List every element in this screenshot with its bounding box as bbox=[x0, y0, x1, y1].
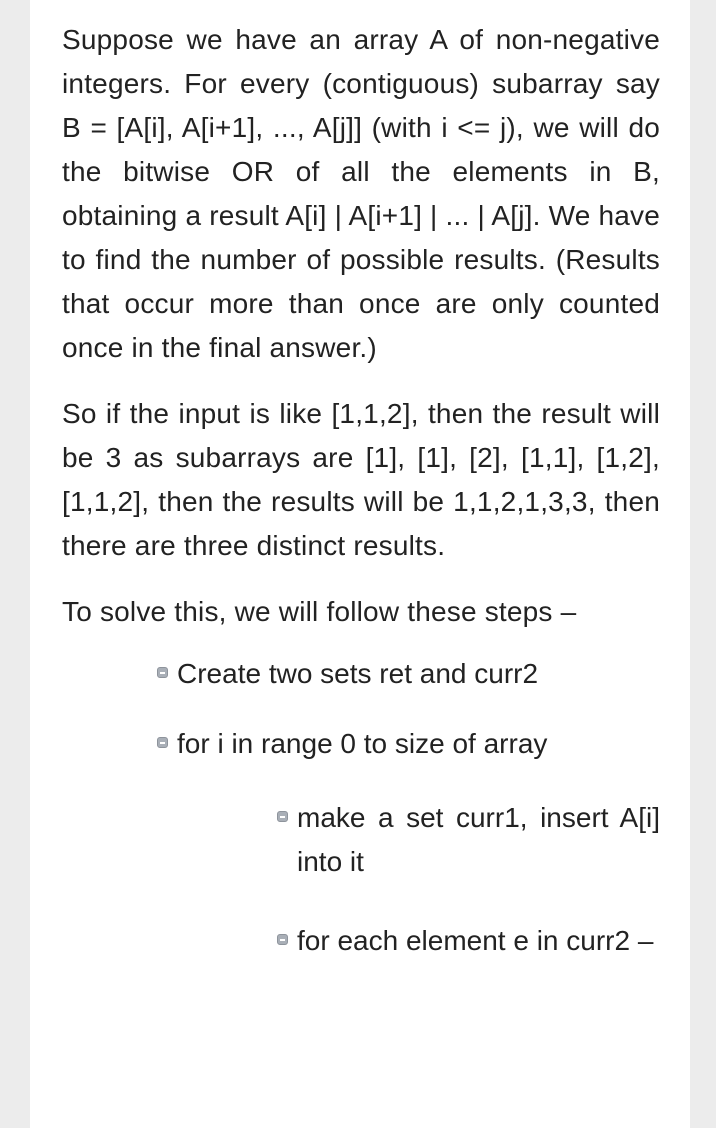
document-content: Suppose we have an array A of non-negati… bbox=[62, 18, 660, 963]
step-item-for-each: for each element e in curr2 – bbox=[277, 919, 660, 963]
step-text: for each element e in curr2 – bbox=[297, 925, 654, 956]
step-text: Create two sets ret and curr2 bbox=[177, 658, 539, 689]
step-text: for i in range 0 to size of array bbox=[177, 728, 548, 759]
step-item-make-set: make a set curr1, insert A[i] into it bbox=[277, 796, 660, 884]
list-bullet-icon bbox=[157, 667, 168, 678]
step-item-for-loop: for i in range 0 to size of array bbox=[157, 722, 660, 766]
list-bullet-icon bbox=[157, 737, 168, 748]
list-bullet-icon bbox=[277, 934, 288, 945]
step-item-create-sets: Create two sets ret and curr2 bbox=[157, 652, 660, 696]
problem-statement-paragraph: Suppose we have an array A of non-negati… bbox=[62, 24, 660, 363]
list-bullet-icon bbox=[277, 811, 288, 822]
steps-intro-paragraph: To solve this, we will follow these step… bbox=[62, 596, 577, 627]
example-paragraph: So if the input is like [1,1,2], then th… bbox=[62, 398, 660, 561]
document-page: Suppose we have an array A of non-negati… bbox=[30, 0, 690, 1128]
step-text: make a set curr1, insert A[i] into it bbox=[297, 802, 660, 877]
